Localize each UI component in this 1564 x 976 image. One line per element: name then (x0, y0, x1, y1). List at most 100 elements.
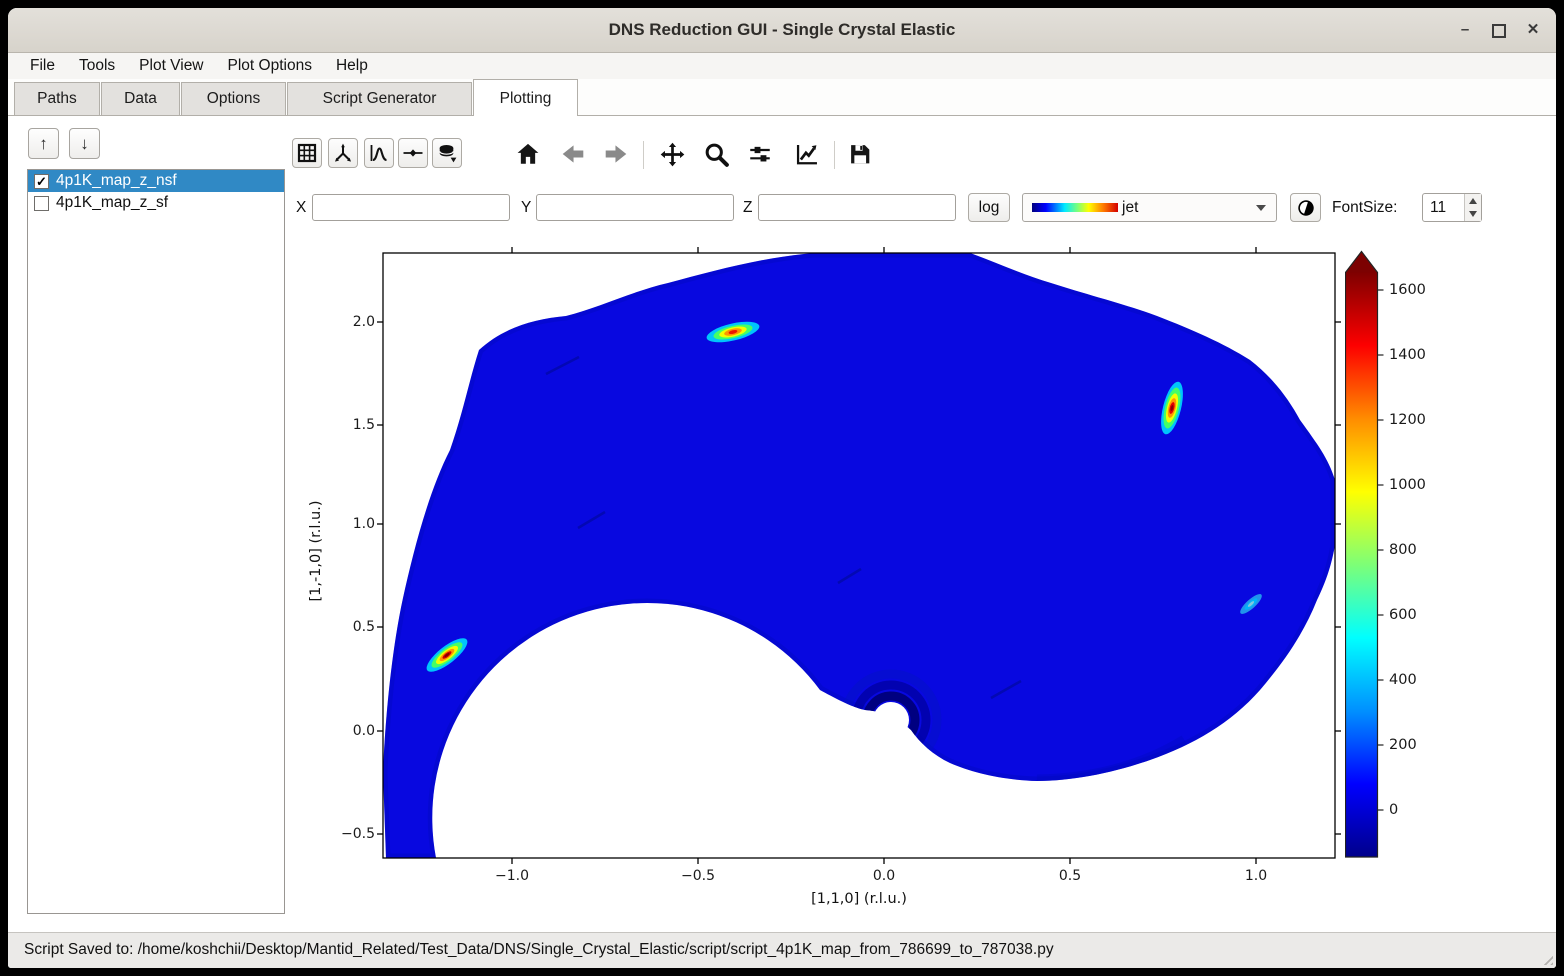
menu-file[interactable]: File (18, 53, 67, 79)
checkbox-checked[interactable]: ✓ (34, 174, 49, 189)
x-axis-input[interactable] (312, 194, 510, 221)
spin-up-button[interactable] (1465, 194, 1481, 208)
forward-arrow-icon (603, 141, 629, 167)
half-filled-circle-icon (1295, 197, 1317, 219)
sliders-icon (747, 141, 773, 167)
back-button[interactable] (558, 139, 588, 169)
tab-paths[interactable]: Paths (14, 82, 100, 115)
datasets-icon (435, 141, 459, 165)
x-tick-label: −1.0 (484, 868, 540, 884)
x-tick-label: −0.5 (670, 868, 726, 884)
colorbar-tick-label: 1000 (1389, 475, 1449, 495)
menu-plot-options[interactable]: Plot Options (216, 53, 324, 79)
fontsize-label: FontSize: (1332, 199, 1397, 217)
y-tick-label: 2.0 (327, 313, 375, 331)
detector-coverage-region (383, 253, 1335, 858)
colormap-gradient-icon (1032, 203, 1118, 212)
log-scale-button[interactable]: log (968, 193, 1010, 222)
marker-line-icon (401, 141, 425, 165)
workspace-list: ✓ 4p1K_map_z_nsf 4p1K_map_z_sf (27, 169, 285, 914)
x-tick-label: 1.0 (1228, 868, 1284, 884)
save-button[interactable] (845, 139, 875, 169)
colorbar-tick-label: 1200 (1389, 410, 1449, 430)
tab-bar: Paths Data Options Script Generator Plot… (8, 79, 1556, 116)
colormap-name: jet (1122, 199, 1256, 217)
heatmap-canvas[interactable] (383, 253, 1335, 858)
line-chart-icon (793, 141, 820, 168)
workspace-label: 4p1K_map_z_nsf (56, 172, 177, 190)
triangle-up-icon (1469, 198, 1477, 204)
tab-options[interactable]: Options (181, 82, 286, 115)
triangle-down-icon (1469, 211, 1477, 217)
pan-button[interactable] (657, 139, 687, 169)
move-up-button[interactable]: ↑ (28, 128, 59, 159)
colorbar-tick-label: 400 (1389, 670, 1449, 690)
tab-data[interactable]: Data (101, 82, 180, 115)
colorbar-ticks (1378, 290, 1384, 810)
customize-button[interactable] (791, 139, 821, 169)
y-tick-label: 0.0 (327, 722, 375, 740)
x-axis-field-label: X (296, 199, 306, 217)
y-tick-label: −0.5 (327, 825, 375, 843)
resize-grip[interactable] (1540, 952, 1553, 965)
z-axis-input[interactable] (758, 194, 956, 221)
triangulation-button[interactable] (328, 138, 358, 168)
tab-plotting[interactable]: Plotting (473, 79, 578, 116)
triangulation-axes-icon (331, 141, 355, 165)
list-item[interactable]: 4p1K_map_z_sf (28, 192, 284, 214)
toolbar-separator (834, 141, 835, 169)
y-axis-input[interactable] (536, 194, 734, 221)
invert-colormap-button[interactable] (1290, 193, 1321, 222)
z-axis-field-label: Z (743, 199, 752, 217)
toolbar-separator (643, 141, 644, 169)
forward-button[interactable] (601, 139, 631, 169)
spin-down-button[interactable] (1465, 208, 1481, 222)
workspace-label: 4p1K_map_z_sf (56, 194, 168, 212)
checkbox-unchecked[interactable] (34, 196, 49, 211)
tab-script-generator[interactable]: Script Generator (287, 82, 472, 115)
maximize-button[interactable] (1486, 17, 1512, 43)
zoom-button[interactable] (701, 139, 731, 169)
y-tick-label: 0.5 (327, 618, 375, 636)
status-bar: Script Saved to: /home/koshchii/Desktop/… (8, 932, 1556, 968)
beamstop-notch (873, 702, 909, 738)
colorbar-tick-label: 1400 (1389, 345, 1449, 365)
menu-plot-view[interactable]: Plot View (127, 53, 215, 79)
x-axis-title: [1,1,0] (r.l.u.) (759, 891, 959, 907)
menu-tools[interactable]: Tools (67, 53, 127, 79)
marker-line-button[interactable] (398, 138, 428, 168)
colorbar-extend-arrow (1346, 252, 1377, 273)
app-window: DNS Reduction GUI - Single Crystal Elast… (8, 8, 1556, 968)
colormap-dropdown[interactable]: jet (1022, 193, 1277, 222)
arrow-down-icon: ↓ (80, 134, 89, 153)
list-item[interactable]: ✓ 4p1K_map_z_nsf (28, 170, 284, 192)
datasets-button[interactable] (432, 138, 462, 168)
menu-help[interactable]: Help (324, 53, 380, 79)
subplots-button[interactable] (745, 139, 775, 169)
y-tick-label: 1.5 (327, 416, 375, 434)
x-tick-label: 0.5 (1042, 868, 1098, 884)
back-arrow-icon (560, 141, 586, 167)
close-icon: ✕ (1527, 21, 1540, 38)
close-button[interactable]: ✕ (1520, 17, 1546, 43)
home-icon (515, 141, 541, 167)
move-down-button[interactable]: ↓ (69, 128, 100, 159)
plotting-tab-content: ↑ ↓ ✓ 4p1K_map_z_nsf 4p1K_map_z_sf (8, 116, 1556, 932)
colorbar-tick-label: 1600 (1389, 280, 1449, 300)
plot-axes[interactable] (383, 253, 1335, 858)
colorbar-tick-label: 200 (1389, 735, 1449, 755)
title-bar[interactable]: DNS Reduction GUI - Single Crystal Elast… (8, 8, 1556, 53)
y-axis-title: [1,-1,0] (r.l.u.) (308, 451, 324, 651)
peak-profile-icon (367, 141, 391, 165)
table-grid-button[interactable] (292, 138, 322, 168)
home-button[interactable] (513, 139, 543, 169)
colorbar-gradient (1345, 250, 1445, 870)
window-title: DNS Reduction GUI - Single Crystal Elast… (8, 8, 1556, 52)
y-axis-field-label: Y (521, 199, 531, 217)
peak-profile-button[interactable] (364, 138, 394, 168)
fontsize-spinner[interactable]: 11 (1422, 193, 1482, 222)
floppy-save-icon (847, 141, 873, 167)
x-tick-label: 0.0 (856, 868, 912, 884)
table-grid-icon (295, 141, 319, 165)
minimize-button[interactable]: – (1452, 17, 1478, 43)
